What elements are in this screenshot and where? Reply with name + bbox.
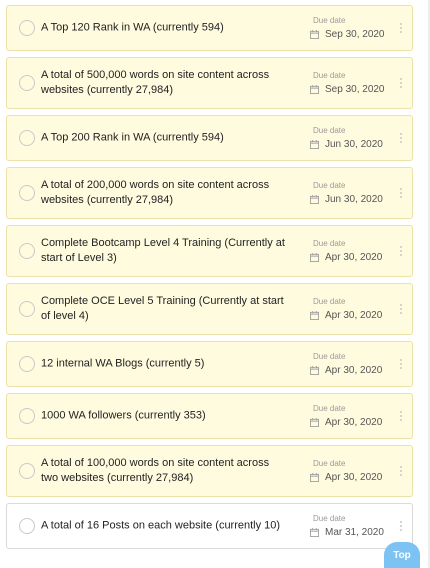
task-title[interactable]: A Top 200 Rank in WA (currently 594) — [41, 131, 286, 146]
task-item[interactable]: A total of 16 Posts on each website (cur… — [6, 503, 413, 549]
due-date-value: Sep 30, 2020 — [325, 84, 385, 95]
task-title[interactable]: Complete Bootcamp Level 4 Training (Curr… — [41, 236, 286, 266]
due-date-value: Apr 30, 2020 — [325, 365, 383, 376]
calendar-icon — [310, 140, 319, 149]
calendar-icon — [310, 311, 319, 320]
due-date-label: Due date — [313, 126, 346, 135]
more-options-icon[interactable] — [399, 78, 403, 88]
due-date-label: Due date — [313, 459, 346, 468]
calendar-icon — [310, 85, 319, 94]
task-title[interactable]: A total of 500,000 words on site content… — [41, 68, 286, 98]
task-title[interactable]: A Top 120 Rank in WA (currently 594) — [41, 21, 286, 36]
due-date-row[interactable]: Apr 30, 2020 — [310, 365, 386, 376]
complete-checkbox[interactable] — [19, 408, 35, 424]
more-options-icon[interactable] — [399, 411, 403, 421]
due-date-block: Due date Apr 30, 2020 — [310, 239, 386, 263]
more-options-icon[interactable] — [399, 466, 403, 476]
more-options-icon[interactable] — [399, 246, 403, 256]
task-item[interactable]: A Top 200 Rank in WA (currently 594) Due… — [6, 115, 413, 161]
complete-checkbox[interactable] — [19, 75, 35, 91]
due-date-row[interactable]: Jun 30, 2020 — [310, 139, 386, 150]
due-date-value: Jun 30, 2020 — [325, 194, 383, 205]
complete-checkbox[interactable] — [19, 20, 35, 36]
calendar-icon — [310, 418, 319, 427]
task-title[interactable]: 12 internal WA Blogs (currently 5) — [41, 357, 286, 372]
task-item[interactable]: A total of 200,000 words on site content… — [6, 167, 413, 219]
complete-checkbox[interactable] — [19, 463, 35, 479]
more-options-icon[interactable] — [399, 304, 403, 314]
task-item[interactable]: Complete Bootcamp Level 4 Training (Curr… — [6, 225, 413, 277]
due-date-value: Apr 30, 2020 — [325, 472, 383, 483]
calendar-icon — [310, 30, 319, 39]
due-date-row[interactable]: Apr 30, 2020 — [310, 310, 386, 321]
due-date-row[interactable]: Apr 30, 2020 — [310, 252, 386, 263]
task-list: A Top 120 Rank in WA (currently 594) Due… — [6, 5, 413, 555]
due-date-value: Mar 31, 2020 — [325, 527, 384, 538]
task-title[interactable]: Complete OCE Level 5 Training (Currently… — [41, 294, 286, 324]
task-item[interactable]: A Top 120 Rank in WA (currently 594) Due… — [6, 5, 413, 51]
due-date-label: Due date — [313, 352, 346, 361]
more-options-icon[interactable] — [399, 188, 403, 198]
due-date-block: Due date Jun 30, 2020 — [310, 181, 386, 205]
task-item[interactable]: A total of 100,000 words on site content… — [6, 445, 413, 497]
calendar-icon — [310, 473, 319, 482]
task-title[interactable]: A total of 100,000 words on site content… — [41, 456, 286, 486]
due-date-label: Due date — [313, 16, 346, 25]
complete-checkbox[interactable] — [19, 185, 35, 201]
more-options-icon[interactable] — [399, 521, 403, 531]
complete-checkbox[interactable] — [19, 130, 35, 146]
task-item[interactable]: 1000 WA followers (currently 353) Due da… — [6, 393, 413, 439]
due-date-label: Due date — [313, 404, 346, 413]
due-date-label: Due date — [313, 71, 346, 80]
due-date-block: Due date Mar 31, 2020 — [310, 514, 386, 538]
due-date-label: Due date — [313, 239, 346, 248]
due-date-block: Due date Apr 30, 2020 — [310, 459, 386, 483]
task-item[interactable]: A total of 500,000 words on site content… — [6, 57, 413, 109]
complete-checkbox[interactable] — [19, 301, 35, 317]
due-date-block: Due date Sep 30, 2020 — [310, 71, 386, 95]
due-date-value: Apr 30, 2020 — [325, 252, 383, 263]
task-title[interactable]: 1000 WA followers (currently 353) — [41, 409, 286, 424]
task-title[interactable]: A total of 200,000 words on site content… — [41, 178, 286, 208]
due-date-row[interactable]: Sep 30, 2020 — [310, 29, 386, 40]
due-date-label: Due date — [313, 514, 346, 523]
calendar-icon — [310, 195, 319, 204]
due-date-row[interactable]: Apr 30, 2020 — [310, 472, 386, 483]
scroll-to-top-button[interactable]: Top — [384, 542, 420, 568]
task-item[interactable]: 12 internal WA Blogs (currently 5) Due d… — [6, 341, 413, 387]
calendar-icon — [310, 366, 319, 375]
due-date-row[interactable]: Mar 31, 2020 — [310, 527, 386, 538]
due-date-row[interactable]: Sep 30, 2020 — [310, 84, 386, 95]
due-date-block: Due date Apr 30, 2020 — [310, 404, 386, 428]
due-date-row[interactable]: Apr 30, 2020 — [310, 417, 386, 428]
due-date-block: Due date Apr 30, 2020 — [310, 352, 386, 376]
due-date-block: Due date Sep 30, 2020 — [310, 16, 386, 40]
more-options-icon[interactable] — [399, 359, 403, 369]
more-options-icon[interactable] — [399, 133, 403, 143]
due-date-value: Jun 30, 2020 — [325, 139, 383, 150]
complete-checkbox[interactable] — [19, 518, 35, 534]
due-date-value: Apr 30, 2020 — [325, 417, 383, 428]
more-options-icon[interactable] — [399, 23, 403, 33]
task-title[interactable]: A total of 16 Posts on each website (cur… — [41, 519, 286, 534]
due-date-label: Due date — [313, 181, 346, 190]
due-date-block: Due date Apr 30, 2020 — [310, 297, 386, 321]
calendar-icon — [310, 528, 319, 537]
complete-checkbox[interactable] — [19, 243, 35, 259]
complete-checkbox[interactable] — [19, 356, 35, 372]
calendar-icon — [310, 253, 319, 262]
due-date-value: Apr 30, 2020 — [325, 310, 383, 321]
task-item[interactable]: Complete OCE Level 5 Training (Currently… — [6, 283, 413, 335]
due-date-row[interactable]: Jun 30, 2020 — [310, 194, 386, 205]
due-date-label: Due date — [313, 297, 346, 306]
due-date-block: Due date Jun 30, 2020 — [310, 126, 386, 150]
due-date-value: Sep 30, 2020 — [325, 29, 385, 40]
